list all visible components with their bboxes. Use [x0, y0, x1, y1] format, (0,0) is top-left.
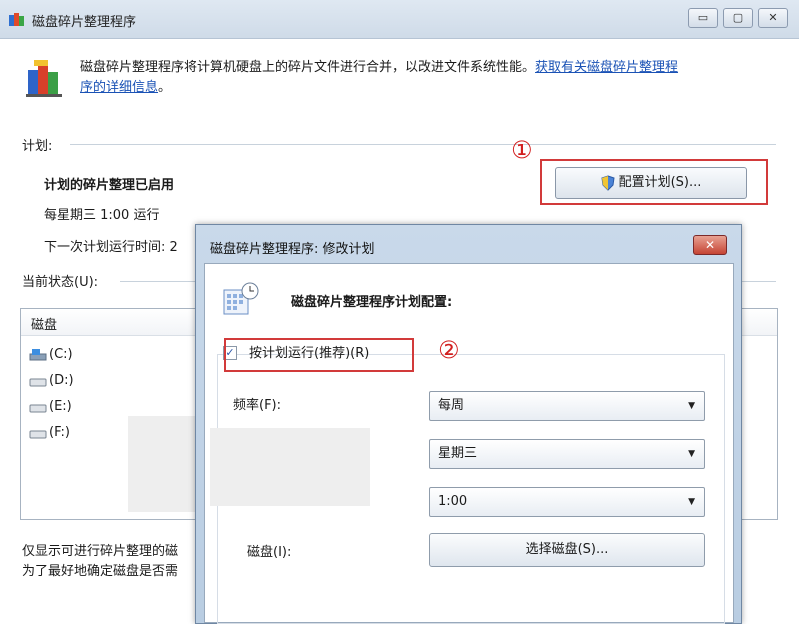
system-drive-icon [29, 348, 47, 360]
dropdown-arrow-icon: ▼ [688, 449, 695, 459]
drive-icon [29, 378, 47, 386]
close-icon: ✕ [704, 238, 716, 252]
maximize-icon: ▢ [732, 11, 744, 24]
disk-column-label: 磁盘 [31, 318, 58, 333]
schedule-next-run: 下一次计划运行时间: 2 [44, 240, 178, 255]
minimize-icon: ▭ [697, 11, 709, 24]
intro-description: 磁盘碎片整理程序将计算机硬盘上的碎片文件进行合并，以改进文件系统性能。获取有关磁… [80, 58, 780, 98]
redacted-area [210, 428, 370, 506]
disk-item-e[interactable]: (E:) [29, 399, 72, 414]
footer-note-line2: 为了最好地确定磁盘是否需 [22, 564, 179, 579]
current-status-label: 当前状态(U): [22, 275, 99, 290]
step-1-marker: ① [511, 136, 533, 164]
maximize-button[interactable]: ▢ [723, 8, 753, 28]
schedule-section-label: 计划: [22, 139, 53, 154]
close-button[interactable]: ✕ [758, 8, 788, 28]
step-2-marker: ② [438, 336, 460, 364]
disk-item-d[interactable]: (D:) [29, 373, 74, 388]
help-link[interactable]: 获取有关磁盘碎片整理程 [535, 60, 678, 75]
disk-label-c: (C:) [49, 347, 73, 362]
dialog-heading: 磁盘碎片整理程序计划配置: [291, 295, 453, 310]
schedule-status: 计划的碎片整理已启用 [44, 178, 175, 193]
redacted-area [128, 416, 195, 512]
shield-icon [601, 174, 615, 191]
disk-label-f: (F:) [49, 425, 70, 440]
frequency-value: 每周 [438, 398, 465, 413]
schedule-divider [70, 144, 776, 145]
frequency-select[interactable]: 每周 ▼ [429, 391, 705, 421]
footer-note-line1: 仅显示可进行碎片整理的磁 [22, 544, 179, 559]
intro-text: 磁盘碎片整理程序将计算机硬盘上的碎片文件进行合并，以改进文件系统性能。 [80, 60, 536, 75]
time-value: 1:00 [438, 494, 468, 509]
dropdown-arrow-icon: ▼ [688, 497, 695, 507]
window-title: 磁盘碎片整理程序 [32, 15, 137, 30]
frequency-label: 频率(F): [233, 398, 282, 413]
day-select[interactable]: 星期三 ▼ [429, 439, 705, 469]
drive-icon [29, 430, 47, 438]
schedule-run-time: 每星期三 1:00 运行 [44, 208, 160, 223]
dropdown-arrow-icon: ▼ [688, 401, 695, 411]
dialog-title: 磁盘碎片整理程序: 修改计划 [210, 242, 375, 257]
main-title-bar: 磁盘碎片整理程序 ▭ ▢ ✕ [0, 0, 799, 39]
modify-schedule-dialog: 磁盘碎片整理程序: 修改计划 ✕ 磁盘碎片整理程序计划配置: ✓ 按计划运行(推荐… [195, 224, 742, 624]
step-2-highlight [224, 338, 414, 372]
disk-item-c[interactable]: (C:) [29, 347, 73, 362]
disk-label: 磁盘(I): [247, 545, 292, 560]
day-value: 星期三 [438, 446, 478, 461]
configure-schedule-label: 配置计划(S)... [618, 175, 702, 190]
minimize-button[interactable]: ▭ [688, 8, 718, 28]
select-disks-label: 选择磁盘(S)... [525, 542, 609, 557]
help-link-continued[interactable]: 序的详细信息 [80, 80, 158, 95]
select-disks-button[interactable]: 选择磁盘(S)... [429, 533, 705, 567]
disk-label-d: (D:) [49, 373, 74, 388]
dialog-close-button[interactable]: ✕ [693, 235, 727, 255]
intro-end: 。 [158, 80, 172, 95]
defrag-app-icon [9, 13, 24, 26]
configure-schedule-button[interactable]: 配置计划(S)... [555, 167, 747, 199]
disk-item-f[interactable]: (F:) [29, 425, 70, 440]
drive-icon [29, 404, 47, 412]
close-icon: ✕ [768, 11, 778, 24]
defrag-large-icon [26, 60, 62, 97]
disk-label-e: (E:) [49, 399, 72, 414]
time-select[interactable]: 1:00 ▼ [429, 487, 705, 517]
calendar-clock-icon [223, 282, 259, 315]
